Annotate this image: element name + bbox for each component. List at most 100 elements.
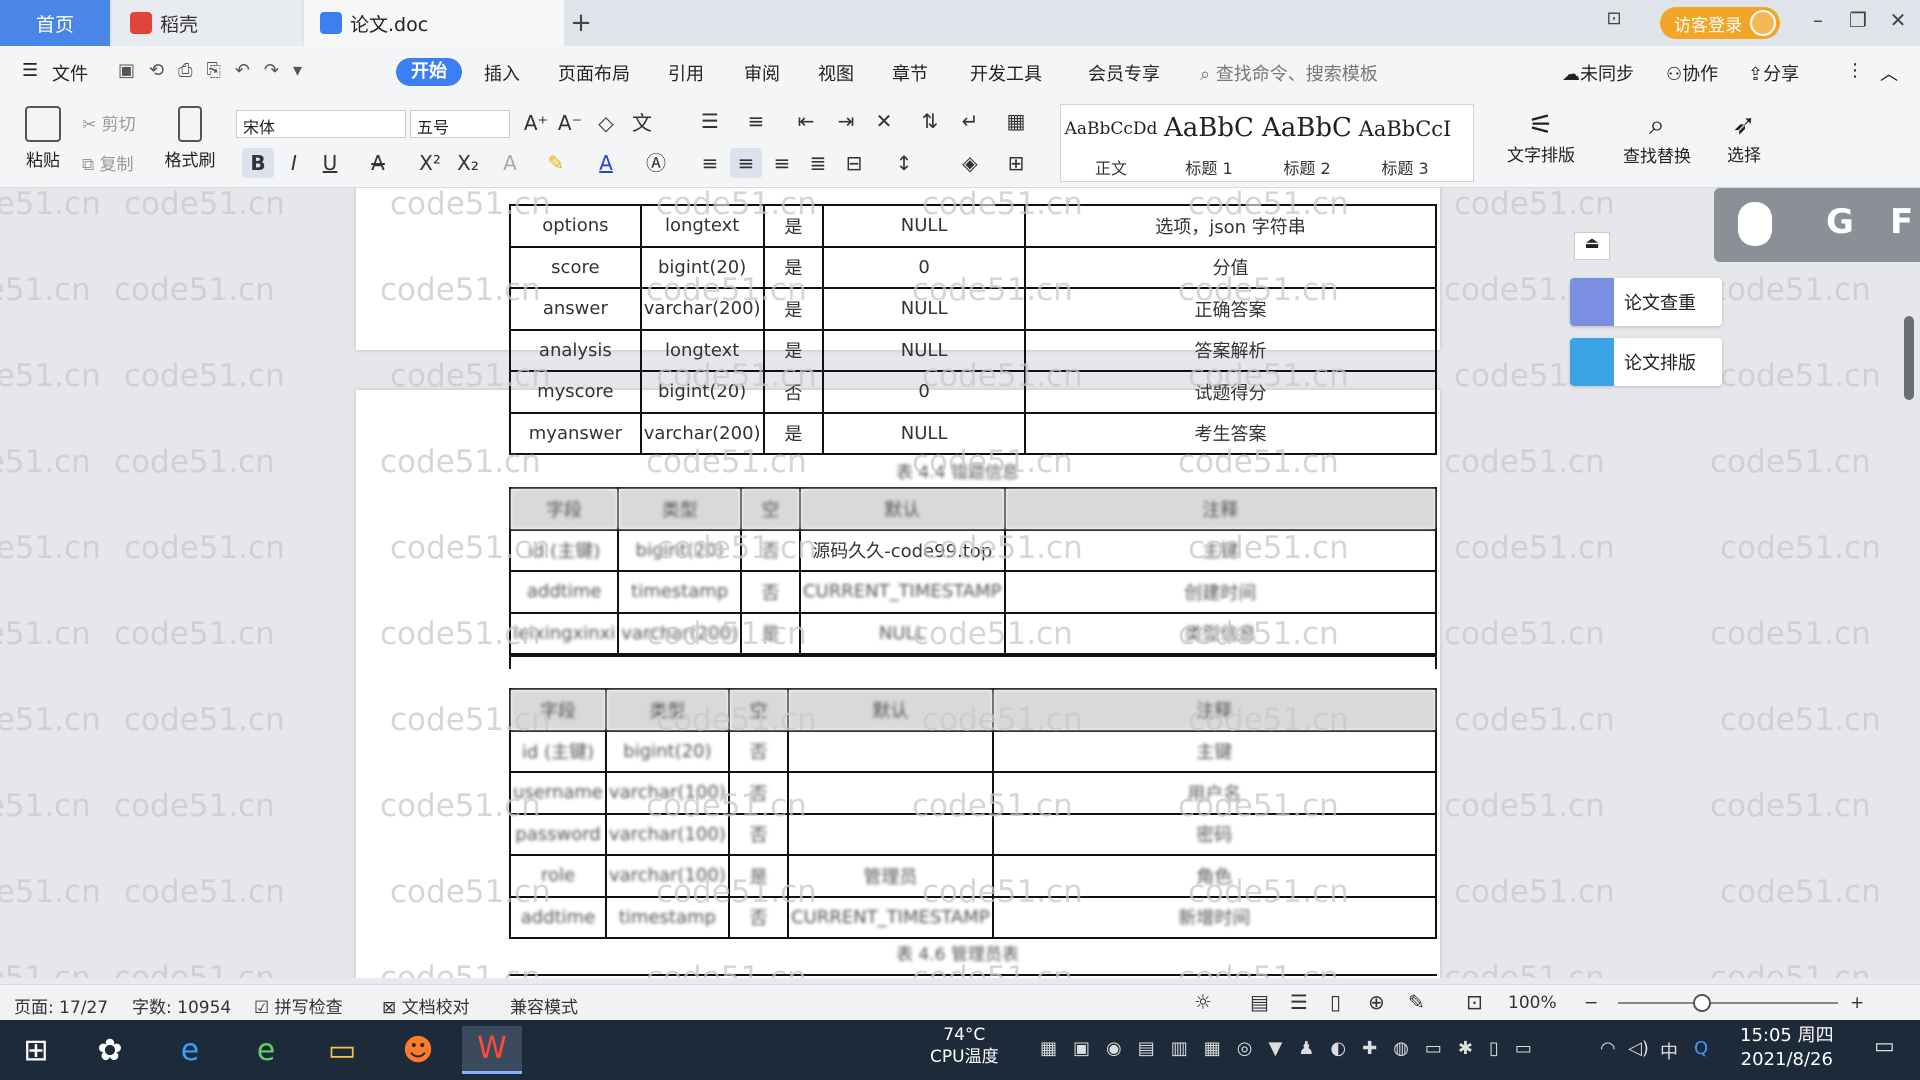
select-button[interactable]: ➶ 选择 <box>1714 108 1774 166</box>
zoom-out-icon[interactable]: − <box>1584 993 1598 1013</box>
hamburger-icon[interactable]: ☰ <box>22 60 38 81</box>
table-cell[interactable]: 否 <box>762 370 825 414</box>
table-cell[interactable] <box>787 729 994 773</box>
table-cell[interactable]: bigint(20) <box>617 528 743 572</box>
table-cell[interactable]: answer <box>509 287 642 331</box>
table-cell[interactable]: 角色 <box>991 854 1438 898</box>
notification-icon[interactable]: ▭ <box>1874 1034 1895 1059</box>
table-cell[interactable]: varchar(100) <box>605 771 730 815</box>
shading-icon[interactable]: ◈ <box>954 148 986 178</box>
table-cell[interactable]: 默认 <box>787 688 994 732</box>
close-icon[interactable]: ✕ <box>1880 8 1916 32</box>
volume-icon[interactable]: ◁) <box>1628 1038 1649 1059</box>
ime-toolbar[interactable]: G F <box>1714 188 1920 262</box>
table-cell[interactable]: 考生答案 <box>1024 411 1437 455</box>
table-cell[interactable] <box>787 771 994 815</box>
font-name-select[interactable]: 宋体 <box>236 110 406 138</box>
wifi-icon[interactable]: ◠ <box>1600 1038 1616 1059</box>
cpu-temp-widget[interactable]: 74°C CPU温度 <box>930 1024 999 1068</box>
table-cell[interactable]: CURRENT_TIMESTAMP <box>787 895 994 939</box>
table-cell[interactable]: 否 <box>740 528 801 572</box>
table-cell[interactable]: 管理员 <box>787 854 994 898</box>
paste-button[interactable]: 粘贴 <box>16 106 70 171</box>
char-border-icon[interactable]: Ⓐ <box>640 148 672 178</box>
collab-button[interactable]: ⚇协作 <box>1666 60 1718 86</box>
shrink-font-icon[interactable]: A⁻ <box>554 108 586 138</box>
table-cell[interactable]: 是 <box>762 328 825 372</box>
tab-daoke[interactable]: 稻壳 <box>112 0 302 46</box>
zoom-in-icon[interactable]: + <box>1850 993 1864 1013</box>
table-cell[interactable]: NULL <box>798 611 1006 655</box>
phonetic-icon[interactable]: 文 <box>626 108 658 138</box>
read-view-icon[interactable]: ▯ <box>1330 990 1341 1014</box>
style-h3-sample[interactable]: AaBbCcI <box>1357 117 1453 141</box>
text-layout-button[interactable]: ⚟ 文字排版 <box>1498 108 1584 166</box>
table-cell[interactable]: 新增时间 <box>991 895 1438 939</box>
table-cell[interactable]: analysis <box>509 328 642 372</box>
table-cell[interactable]: leixingxinxi <box>508 611 620 655</box>
zoom-slider-knob[interactable] <box>1692 994 1711 1012</box>
align-left-icon[interactable]: ≡ <box>694 148 726 178</box>
new-tab-button[interactable]: + <box>566 8 596 38</box>
table-cell[interactable]: longtext <box>639 204 765 248</box>
restore-icon[interactable]: ❐ <box>1840 8 1876 32</box>
number-list-icon[interactable]: ≡ <box>740 106 772 136</box>
increase-indent-icon[interactable]: ⇥ <box>830 106 862 136</box>
table-cell[interactable]: 正确答案 <box>1024 287 1437 331</box>
tray-icons[interactable]: ▦▣◉▤▥▦◎▼♟◐✚◍▭✱▯▭ <box>1040 1038 1548 1059</box>
table-wrong-questions[interactable]: options longtext 是 NULL 选项，json 字符串 score bigi… <box>509 204 1437 455</box>
table-cell[interactable]: 0 <box>822 370 1027 414</box>
table-cell[interactable]: myscore <box>509 370 642 414</box>
find-replace-button[interactable]: ⌕ 查找替换 <box>1614 108 1700 167</box>
web-view-icon[interactable]: ⊕ <box>1368 990 1385 1014</box>
grow-font-icon[interactable]: A⁺ <box>520 108 552 138</box>
menu-dev-tools[interactable]: 开发工具 <box>970 60 1042 86</box>
table-cell[interactable]: username <box>509 771 607 815</box>
eye-protect-icon[interactable]: ☼ <box>1194 990 1212 1014</box>
table-cell[interactable]: NULL <box>822 287 1027 331</box>
style-h1-sample[interactable]: AaBbC <box>1161 113 1257 143</box>
table-cell[interactable]: 是 <box>727 854 790 898</box>
sync-button[interactable]: ☁未同步 <box>1562 60 1634 86</box>
more-icon[interactable]: ⋮ <box>1846 60 1864 81</box>
login-button[interactable]: 访客登录 <box>1660 7 1780 39</box>
vertical-scrollbar-thumb[interactable] <box>1904 316 1914 400</box>
table-cell[interactable]: id (主键) <box>508 528 620 572</box>
write-view-icon[interactable]: ✎ <box>1408 990 1425 1014</box>
table-cell[interactable]: 注释 <box>1003 487 1437 531</box>
distribute-icon[interactable]: ⊟ <box>838 148 870 178</box>
table-cell[interactable]: 是 <box>740 611 801 655</box>
app-avatar-icon[interactable]: ☻ <box>388 1026 448 1074</box>
menu-insert[interactable]: 插入 <box>484 60 520 86</box>
collapse-ribbon-icon[interactable]: ︿ <box>1880 60 1898 86</box>
table-cell[interactable]: 0 <box>822 245 1027 289</box>
browser-360-icon[interactable]: e <box>236 1026 296 1074</box>
cut-button[interactable]: ✂ 剪切 <box>82 110 136 135</box>
table-cell[interactable]: timestamp <box>617 570 743 614</box>
table-cell[interactable]: 否 <box>727 729 790 773</box>
chinese-layout-icon[interactable]: ✕ <box>868 106 900 136</box>
decrease-indent-icon[interactable]: ⇤ <box>790 106 822 136</box>
font-color-icon[interactable]: A <box>590 148 622 178</box>
menu-review[interactable]: 审阅 <box>744 60 780 86</box>
table-cell[interactable]: timestamp <box>605 895 730 939</box>
menu-start[interactable]: 开始 <box>396 58 462 86</box>
style-h1-label[interactable]: 标题 1 <box>1161 155 1257 179</box>
windows-start-icon[interactable]: ⊞ <box>6 1026 66 1074</box>
table-cell[interactable]: role <box>509 854 607 898</box>
word-count[interactable]: 字数: 10954 <box>132 993 231 1018</box>
table-cell[interactable]: 是 <box>762 245 825 289</box>
table-cell[interactable]: 否 <box>727 895 790 939</box>
layout-icon[interactable]: ⊡ <box>1596 8 1632 29</box>
table-tools-icon[interactable]: ▦ <box>1000 106 1032 136</box>
table-cell[interactable]: CURRENT_TIMESTAMP <box>798 570 1006 614</box>
table-cell[interactable]: 字段 <box>508 487 620 531</box>
table-cell[interactable]: 创建时间 <box>1003 570 1437 614</box>
style-h3-label[interactable]: 标题 3 <box>1357 155 1453 179</box>
zoom-level[interactable]: 100% <box>1508 993 1557 1013</box>
fit-page-icon[interactable]: ⊡ <box>1466 990 1483 1014</box>
menu-view[interactable]: 视图 <box>818 60 854 86</box>
table-cell[interactable]: NULL <box>822 411 1027 455</box>
table-cell[interactable]: 否 <box>727 771 790 815</box>
table-cell[interactable]: 空 <box>740 487 801 531</box>
